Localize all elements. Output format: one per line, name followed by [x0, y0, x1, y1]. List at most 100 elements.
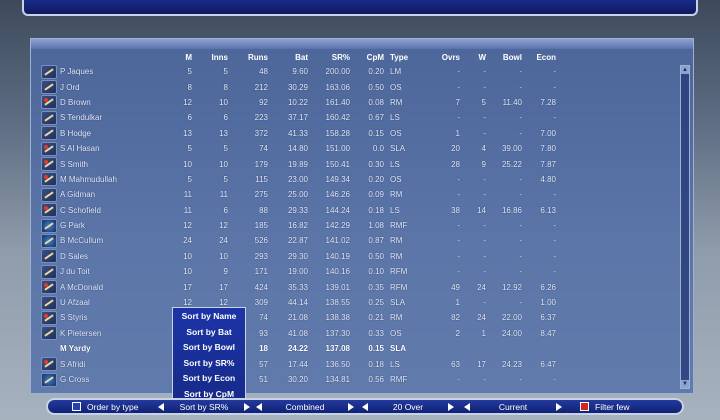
sort-option-econ[interactable]: Sort by Econ [173, 371, 245, 387]
cell-cpm: 0.0 [372, 144, 384, 154]
table-row[interactable]: G Cross 51 30.20 134.81 0.56 RMF - - - - [37, 372, 559, 387]
cell-inns: 13 [219, 128, 228, 138]
cell-cpm: 0.18 [368, 359, 384, 369]
table-row[interactable]: J du Toit 10 9 171 19.00 140.16 0.10 RFM - - - - [37, 264, 559, 279]
table-row[interactable]: K Pietersen 93 41.08 137.30 0.33 OS 2 1 24.00 8.4… [37, 326, 559, 341]
sort-option-name[interactable]: Sort by Name [173, 309, 245, 325]
col-runs[interactable]: Runs [231, 50, 271, 64]
sort-option-sr[interactable]: Sort by SR% [173, 356, 245, 372]
table-row[interactable]: G Park 12 12 185 16.82 142.29 1.08 RMF - - - - [37, 218, 559, 233]
table-row[interactable]: S Tendulkar 6 6 223 37.17 160.42 0.67 LS - - - - [37, 110, 559, 125]
format-selector[interactable]: 20 Over [358, 400, 458, 413]
scroll-up-icon[interactable]: ▲ [681, 66, 689, 74]
period-next-icon[interactable] [556, 402, 562, 411]
format-next-icon[interactable] [448, 402, 454, 411]
mode-selector[interactable]: Combined [252, 400, 358, 413]
cell-sr: 150.41 [325, 159, 350, 169]
table-row[interactable]: M Yardy 18 24.22 137.08 0.15 SLA [37, 341, 559, 356]
cell-econ: - [553, 236, 556, 246]
col-matches[interactable]: M [161, 50, 195, 64]
cell-bat: 25.00 [287, 190, 308, 200]
bottom-control-bar: Order by type Sort by SR% Combined 20 Ov… [46, 398, 684, 415]
cell-ovrs [427, 341, 463, 356]
col-icon [37, 50, 57, 64]
table-row[interactable]: S Smith 10 10 179 19.89 150.41 0.30 LS 28 9 25.22 7… [37, 156, 559, 172]
panel-header [31, 39, 693, 49]
col-type[interactable]: Type [387, 50, 427, 64]
format-prev-icon[interactable] [362, 402, 368, 411]
cell-inns: 10 [219, 97, 228, 107]
col-economy[interactable]: Econ [525, 50, 559, 64]
cell-econ: 8.47 [540, 328, 556, 338]
player-name: C Schofield [60, 205, 101, 215]
role-icon-cell [37, 356, 57, 372]
col-cpm[interactable]: CpM [353, 50, 387, 64]
table-row[interactable]: P Jaques 5 5 48 9.60 200.00 0.20 LM - - - - [37, 64, 559, 79]
cell-sr: 140.16 [325, 267, 350, 277]
cell-bat: 9.60 [292, 67, 308, 77]
role-icon-cell [37, 233, 57, 248]
cell-inns: 9 [223, 267, 228, 277]
table-row[interactable]: U Afzaal 12 12 309 44.14 138.55 0.25 SLA 1- -1.00 [37, 295, 559, 310]
sort-selector[interactable]: Sort by SR% [156, 400, 252, 413]
cell-w: - [483, 67, 486, 77]
table-row[interactable]: A McDonald 17 17 424 35.33 139.01 0.35 RFM 49 24 1… [37, 279, 559, 295]
table-row[interactable]: D Brown 12 10 92 10.22 161.40 0.08 RM 7 5 11.40 7.2… [37, 95, 559, 110]
cell-econ: 7.00 [540, 128, 556, 138]
cell-econ: 7.28 [540, 97, 556, 107]
table-row[interactable]: S Afridi 57 17.44 136.50 0.18 LS 63 17 24.23 6.47 [37, 356, 559, 372]
cell-sr: 138.55 [325, 298, 350, 308]
cell-econ: - [553, 251, 556, 261]
col-strike-rate[interactable]: SR% [311, 50, 353, 64]
col-wickets[interactable]: W [463, 50, 489, 64]
col-bat-avg[interactable]: Bat [271, 50, 311, 64]
cell-type: RM [390, 190, 403, 200]
role-icon-cell [37, 187, 57, 202]
col-innings[interactable]: Inns [195, 50, 231, 64]
mode-next-icon[interactable] [348, 402, 354, 411]
cell-cpm: 0.67 [368, 113, 384, 123]
table-row[interactable]: S Styris 74 21.08 138.38 0.21 RM 82 24 22.00 6.37 [37, 310, 559, 325]
cell-w: 1 [481, 328, 486, 338]
filter-few-toggle[interactable]: Filter few [568, 400, 668, 413]
cell-inns: 5 [223, 67, 228, 77]
table-row[interactable]: S Al Hasan 5 5 74 14.80 151.00 0.0 SLA 20 4 39.00 7… [37, 141, 559, 156]
cell-m: 12 [183, 97, 192, 107]
cell-bat: 19.00 [287, 267, 308, 277]
sort-next-icon[interactable] [244, 402, 250, 411]
sort-prev-icon[interactable] [158, 402, 164, 411]
cell-bowl: 12.92 [501, 282, 522, 292]
table-row[interactable]: M Mahmudullah 5 5 115 23.00 149.34 0.20 OS - - - 4.… [37, 172, 559, 187]
period-prev-icon[interactable] [464, 402, 470, 411]
sort-option-bowl[interactable]: Sort by Bowl [173, 340, 245, 356]
table-row[interactable]: A Gidman 11 11 275 25.00 146.26 0.09 RM - - - - [37, 187, 559, 202]
cell-econ: - [553, 67, 556, 77]
cell-sr: 161.40 [325, 97, 350, 107]
table-row[interactable]: J Ord 8 8 212 30.29 163.06 0.50 OS - - - - [37, 79, 559, 95]
filter-few-checkbox[interactable] [580, 402, 589, 411]
mode-prev-icon[interactable] [256, 402, 262, 411]
vertical-scrollbar[interactable]: ▲ ▼ [680, 65, 690, 389]
bowl-icon [41, 157, 57, 172]
cell-inns: 8 [223, 82, 228, 92]
table-row[interactable]: C Schofield 11 6 88 29.33 144.24 0.18 LS 38 14 16.… [37, 203, 559, 218]
order-by-type-checkbox[interactable] [72, 402, 81, 411]
player-name: D Brown [60, 97, 91, 107]
role-icon-cell [37, 110, 57, 125]
table-row[interactable]: D Sales 10 10 293 29.30 140.19 0.50 RM - - - - [37, 249, 559, 264]
cell-m: 10 [183, 159, 192, 169]
cell-w: - [483, 128, 486, 138]
col-bowl-avg[interactable]: Bowl [489, 50, 525, 64]
col-overs[interactable]: Ovrs [427, 50, 463, 64]
table-row[interactable]: B Hodge 13 13 372 41.33 158.28 0.15 OS 1 - - 7.00 [37, 126, 559, 141]
period-selector[interactable]: Current [458, 400, 568, 413]
cell-bowl: 11.40 [502, 97, 522, 107]
bat-icon [41, 249, 57, 264]
bowl-icon [41, 280, 57, 295]
order-by-type-toggle[interactable]: Order by type [48, 400, 156, 413]
table-row[interactable]: B McCullum 24 24 526 22.87 141.02 0.87 RM - - - - [37, 233, 559, 248]
player-name: S Styris [60, 313, 88, 323]
scroll-down-icon[interactable]: ▼ [681, 380, 689, 388]
sort-option-bat[interactable]: Sort by Bat [173, 325, 245, 341]
role-icon-cell [37, 341, 57, 356]
